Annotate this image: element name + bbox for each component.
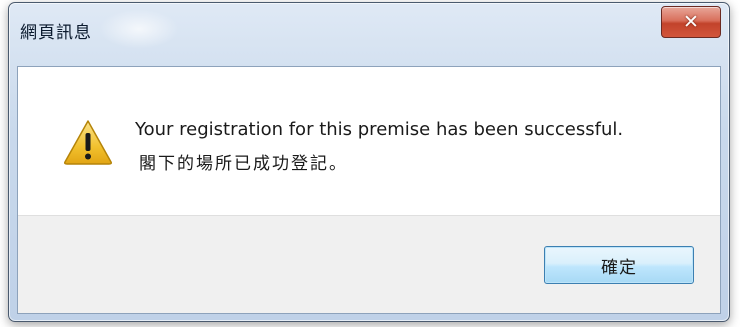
close-icon: ✕ — [683, 10, 699, 33]
titlebar-glow — [99, 9, 179, 49]
message-text-chinese: 閣下的場所已成功登記。 — [139, 154, 348, 174]
message-text-english: Your registration for this premise has b… — [135, 119, 624, 140]
button-area: 確定 — [18, 215, 720, 313]
dialog-content: Your registration for this premise has b… — [17, 66, 721, 314]
message-dialog: 網頁訊息 ✕ Your registration for this premis… — [8, 2, 730, 322]
message-area: Your registration for this premise has b… — [18, 67, 720, 217]
dialog-titlebar[interactable]: 網頁訊息 ✕ — [9, 3, 729, 65]
dialog-title: 網頁訊息 — [20, 23, 92, 43]
warning-icon — [64, 120, 112, 165]
ok-button[interactable]: 確定 — [544, 246, 694, 284]
close-button[interactable]: ✕ — [661, 6, 721, 38]
